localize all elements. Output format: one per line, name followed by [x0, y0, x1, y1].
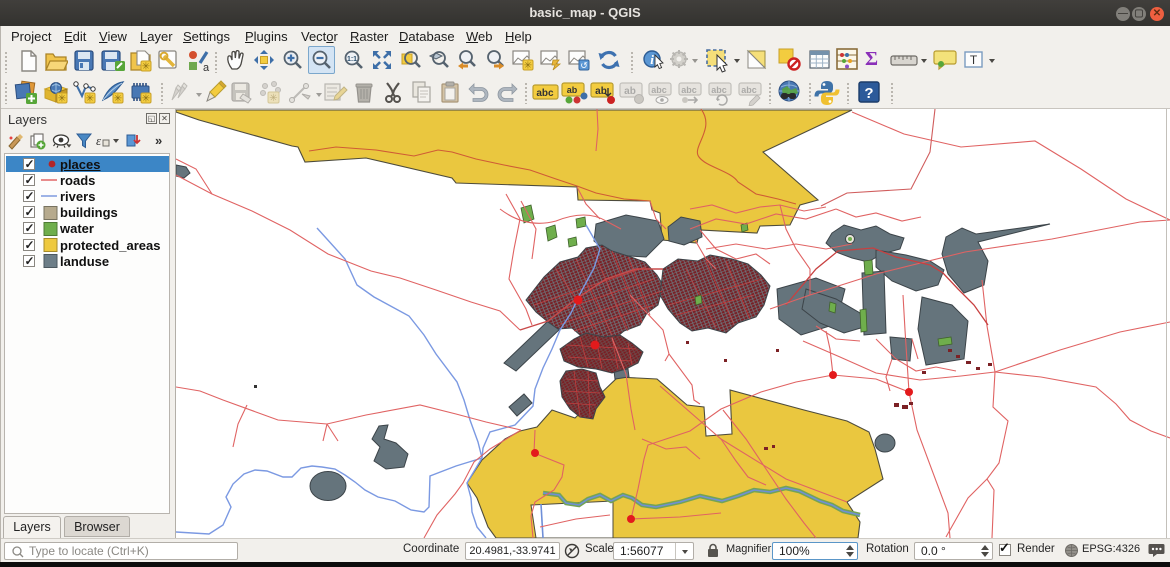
svg-text:ε: ε — [96, 133, 102, 148]
svg-text:ab: ab — [595, 86, 607, 97]
svg-text:✳: ✳ — [86, 94, 94, 105]
svg-text:✳: ✳ — [524, 61, 532, 72]
svg-text:abc: abc — [741, 85, 757, 95]
svg-text:✳: ✳ — [142, 94, 150, 105]
svg-text:✳: ✳ — [142, 62, 150, 73]
svg-text:i: i — [650, 52, 654, 67]
svg-text:ab: ab — [624, 86, 636, 97]
svg-text:✳: ✳ — [58, 94, 66, 105]
svg-text:abc: abc — [651, 85, 667, 95]
svg-text:abc: abc — [536, 88, 554, 99]
svg-text:abc: abc — [681, 85, 697, 95]
svg-text:1:1: 1:1 — [347, 56, 357, 63]
svg-text:↺: ↺ — [580, 61, 588, 71]
svg-text:?: ? — [864, 85, 873, 102]
svg-text:✳: ✳ — [269, 93, 277, 104]
svg-text:ab: ab — [567, 85, 578, 95]
svg-text:a: a — [203, 62, 210, 73]
svg-text:abc: abc — [711, 85, 727, 95]
svg-text:✳: ✳ — [114, 94, 122, 105]
svg-text:T: T — [970, 53, 978, 67]
